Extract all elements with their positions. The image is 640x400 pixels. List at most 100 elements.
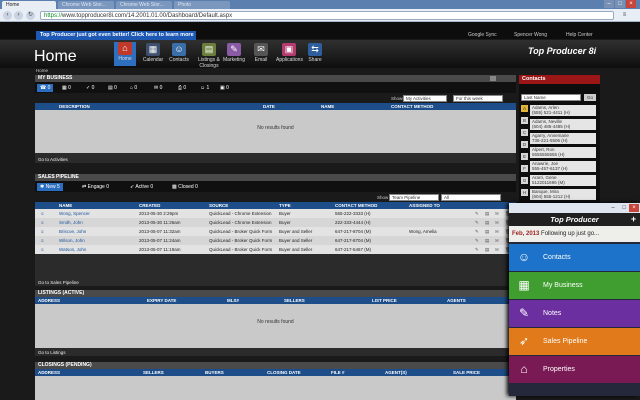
note-icon[interactable]: ▤ (485, 229, 489, 235)
contact-entry[interactable]: Banque, Mira (604) 555-1212 (H) (530, 189, 596, 200)
widget-note[interactable]: Feb, 2013 Following up just go... (509, 226, 640, 242)
minimize-icon[interactable]: – (604, 0, 614, 8)
edit-icon[interactable]: ✎ (475, 229, 479, 235)
widget-button[interactable]: ▦ My Business (509, 272, 640, 299)
contact-entry[interactable]: Ararri, Gene 5122011696 (M) (530, 175, 596, 186)
column-header[interactable]: AGENT(S) (385, 370, 407, 375)
widget-button[interactable]: ➶ Sales Pipeline (509, 328, 640, 355)
maximize-icon[interactable]: □ (619, 204, 629, 212)
column-header[interactable]: DESCRIPTION (59, 104, 90, 109)
user-menu[interactable]: Spencer Wong (514, 32, 547, 38)
go-button[interactable]: Go (584, 94, 596, 101)
calls-tab[interactable]: ☎ 0 (37, 84, 54, 92)
collapse-icon[interactable] (490, 76, 496, 81)
letters-tab[interactable]: ▤ 0 (105, 84, 120, 92)
table-row[interactable]: ☺ Smith, John 2013-05-30 11:26am QuickLead … (35, 218, 516, 227)
note-icon[interactable]: ▤ (485, 220, 489, 226)
google-sync-link[interactable]: Google Sync (468, 32, 497, 38)
go-to-listings-link[interactable]: Go to Listings (38, 350, 66, 355)
column-header[interactable]: SELLERS (143, 370, 164, 375)
alerts-tab[interactable]: ▣ 0 (217, 84, 232, 92)
app-applications[interactable]: ▣ Applications (276, 43, 303, 63)
close-icon[interactable]: × (629, 204, 639, 212)
shows-select[interactable]: My Activities (403, 95, 447, 102)
column-header[interactable]: ADDRESS (38, 298, 60, 303)
column-header[interactable]: CONTACT METHOD (335, 203, 377, 208)
widget-button[interactable]: ☺ Contacts (509, 244, 640, 271)
contact-name-link[interactable]: Wong, Spencer (59, 211, 90, 216)
menu-icon[interactable]: ≡ (620, 11, 629, 20)
column-header[interactable]: NAME (321, 104, 334, 109)
email-icon[interactable]: ✉ (495, 211, 499, 217)
column-header[interactable]: CLOSING DATE (267, 370, 301, 375)
address-bar[interactable]: https://www.topproducer8i.com/14.2001.01… (40, 11, 614, 20)
contact-entry[interactable]: Adams, Neville (604) 485-4485 (H) (530, 119, 596, 130)
maximize-icon[interactable]: □ (615, 0, 625, 8)
alpha-letter[interactable]: B (521, 117, 528, 124)
app-share[interactable]: ⇆ Share (304, 43, 326, 63)
email-icon[interactable]: ✉ (495, 220, 499, 226)
column-header[interactable]: SALE PRICE (453, 370, 480, 375)
period-select[interactable]: For this week (453, 95, 503, 102)
alpha-letter[interactable]: A (521, 105, 528, 112)
note-icon[interactable]: ▤ (485, 238, 489, 244)
forward-icon[interactable]: › (14, 11, 23, 20)
contact-entry[interactable]: Adams, Arlen (555) 521-4411 (H) (530, 105, 596, 116)
alpha-letter[interactable]: G (521, 177, 528, 184)
table-row[interactable]: ☺ Watson, John 2013-05-07 11:19am QuickLead… (35, 245, 516, 254)
stage-closed-tab[interactable]: ▩ Closed 0 (169, 183, 201, 191)
promo-banner[interactable]: Top Producer just got even better! Click… (36, 31, 196, 40)
edit-icon[interactable]: ✎ (475, 247, 479, 253)
appointments-tab[interactable]: ▦ 0 (59, 84, 74, 92)
alpha-letter[interactable]: F (521, 165, 528, 172)
pipeline-scope-select[interactable]: Team Pipeline (389, 194, 439, 201)
contact-name-link[interactable]: Wilson, John (59, 238, 85, 243)
app-listings[interactable]: ▤ Listings & Closings (196, 43, 222, 69)
column-header[interactable]: CREATED (139, 203, 160, 208)
contact-sort-select[interactable]: Last Name (521, 94, 581, 101)
app-home[interactable]: ⌂ Home (114, 42, 136, 66)
app-marketing[interactable]: ✎ Marketing (223, 43, 245, 63)
back-icon[interactable]: ‹ (3, 11, 12, 20)
column-header[interactable]: FILE # (331, 370, 345, 375)
help-center-link[interactable]: Help Center (566, 32, 593, 38)
stage-new-tab[interactable]: ✱ New 5 (37, 183, 63, 191)
column-header[interactable]: DATE (263, 104, 275, 109)
alpha-letter[interactable]: D (521, 141, 528, 148)
emails-tab[interactable]: ✉ 0 (151, 84, 165, 92)
contact-entry[interactable]: Agarry, Annemarie 736-221-5506 (H) (530, 133, 596, 144)
minimize-icon[interactable]: – (608, 204, 618, 212)
column-header[interactable]: ADDRESS (38, 370, 60, 375)
widget-button[interactable]: ⌂ Properties (509, 356, 640, 383)
column-header[interactable]: AGENTS (447, 298, 466, 303)
column-header[interactable]: SELLERS (284, 298, 305, 303)
close-icon[interactable]: × (626, 0, 636, 8)
tasks-tab[interactable]: ✓ 0 (83, 84, 97, 92)
column-header[interactable]: SOURCE (209, 203, 228, 208)
contact-name-link[interactable]: Briscoe, John (59, 229, 86, 234)
app-calendar[interactable]: ▦ Calendar (142, 43, 164, 63)
edit-icon[interactable]: ✎ (475, 238, 479, 244)
contact-entry[interactable]: Anawrie, Joe 555-457-6137 (H) (530, 161, 596, 172)
app-email[interactable]: ✉ Email (250, 43, 272, 63)
column-header[interactable]: CONTACT METHOD (391, 104, 433, 109)
column-header[interactable]: MLS# (227, 298, 239, 303)
add-icon[interactable]: + (631, 213, 636, 226)
table-row[interactable]: ☺ Wilson, John 2013-05-07 11:24am QuickLead… (35, 236, 516, 245)
note-icon[interactable]: ▤ (485, 211, 489, 217)
browser-tab-home[interactable]: Home (2, 1, 56, 9)
reload-icon[interactable]: ↻ (26, 11, 35, 20)
browser-tab-ghost[interactable]: Chrome Web Stor... (116, 1, 172, 9)
column-header[interactable]: ASSIGNED TO (409, 203, 440, 208)
email-icon[interactable]: ✉ (495, 229, 499, 235)
column-header[interactable]: LIST PRICE (372, 298, 397, 303)
edit-icon[interactable]: ✎ (475, 211, 479, 217)
pipeline-type-select[interactable]: All (441, 194, 501, 201)
edit-icon[interactable]: ✎ (475, 220, 479, 226)
alpha-letter[interactable]: H (521, 189, 528, 196)
email-icon[interactable]: ✉ (495, 247, 499, 253)
print-tab[interactable]: ⎙ 0 (175, 84, 189, 92)
column-header[interactable]: NAME (59, 203, 72, 208)
column-header[interactable]: TYPE (279, 203, 291, 208)
contact-entry[interactable]: Alpert, Ron 5555555555 (H) (530, 147, 596, 158)
